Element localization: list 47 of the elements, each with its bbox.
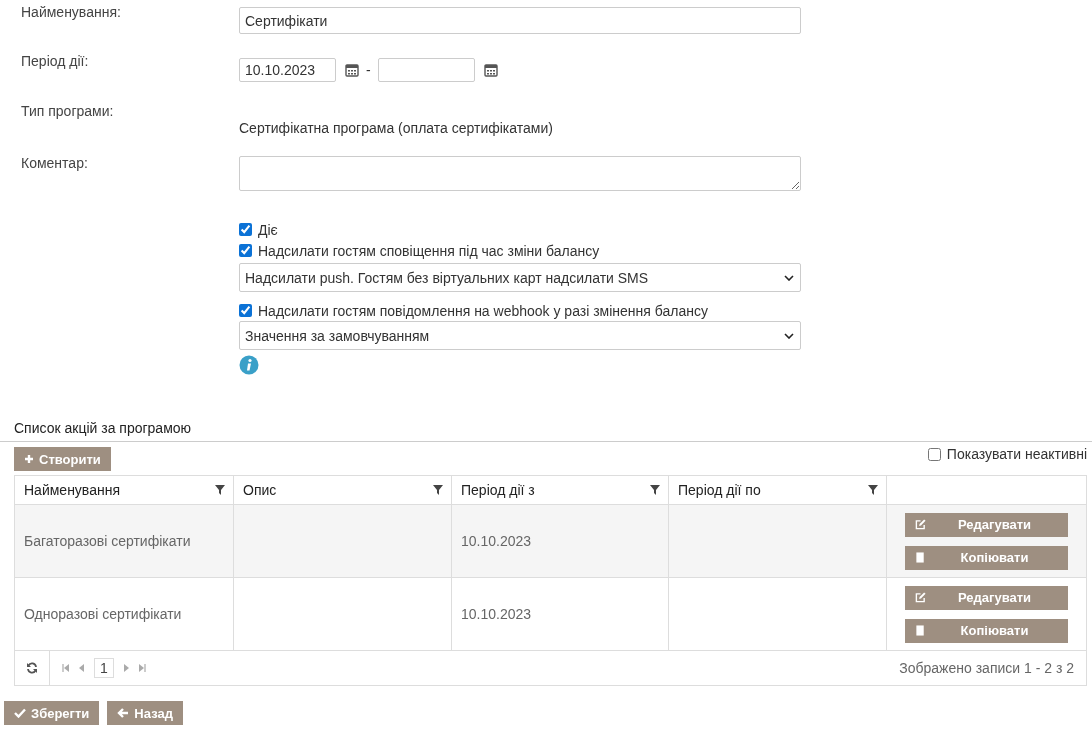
edit-icon: [915, 519, 926, 530]
table-cell: 10.10.2023: [461, 533, 532, 549]
dropdown[interactable]: Значення за замовчуванням: [239, 321, 801, 350]
chevron-down-icon: [784, 332, 794, 339]
page-icon: [915, 552, 926, 563]
table-cell: 10.10.2023: [461, 606, 532, 622]
page-icon: [915, 625, 926, 636]
filter-icon[interactable]: [215, 485, 225, 495]
filter-icon[interactable]: [433, 485, 443, 495]
calendar-icon[interactable]: [483, 63, 498, 77]
program-type-text: Сертифікатна програма (оплата сертифікатами): [239, 119, 553, 136]
section-title: Список акцій за програмою: [0, 420, 1092, 442]
checkbox-label: Діє: [258, 221, 278, 238]
records-summary: Зображено записи 1 - 2 з 2: [899, 660, 1074, 676]
table-cell: Багаторазові сертифікати: [24, 533, 191, 549]
column-header[interactable]: Період дії з: [461, 482, 535, 498]
checkbox-label: Надсилати гостям повідомлення на webhook у разі змінення балансу: [258, 302, 708, 319]
arrow-left-icon: [117, 708, 130, 718]
checkbox-label: Надсилати гостям сповіщення під час зміни балансу: [258, 242, 600, 259]
filter-icon[interactable]: [868, 485, 878, 495]
column-header[interactable]: Найменування: [24, 482, 120, 498]
dropdown[interactable]: Надсилати push. Гостям без віртуальних карт надсилати SMS: [239, 263, 801, 292]
field-label: Найменування:: [20, 3, 122, 22]
checkbox-label: Показувати неактивні: [946, 446, 1087, 462]
info-icon[interactable]: [239, 355, 259, 375]
checkbox[interactable]: [239, 304, 252, 317]
name-field[interactable]: Сертифікати: [239, 7, 801, 34]
column-header[interactable]: Період дії по: [678, 482, 761, 498]
chevron-down-icon: [784, 274, 794, 281]
calendar-icon[interactable]: [345, 63, 359, 77]
checkbox[interactable]: [239, 223, 252, 236]
range-separator: -: [366, 62, 371, 78]
page-number[interactable]: 1: [94, 658, 114, 678]
edit-icon: [915, 592, 926, 603]
filter-icon[interactable]: [650, 485, 660, 495]
field-label: Тип програми:: [20, 103, 115, 121]
date-field[interactable]: [377, 58, 475, 82]
table-cell: Одноразові сертифікати: [24, 606, 182, 622]
field-label: Коментар:: [20, 155, 89, 173]
refresh-icon[interactable]: [26, 662, 38, 674]
comment-field[interactable]: [239, 156, 801, 191]
checkmark-icon: [14, 708, 26, 718]
checkbox[interactable]: [239, 244, 252, 257]
column-header[interactable]: Опис: [243, 482, 277, 498]
date-field[interactable]: 10.10.2023: [239, 58, 336, 82]
plus-icon: [24, 454, 34, 464]
field-label: Період дії:: [20, 52, 90, 71]
